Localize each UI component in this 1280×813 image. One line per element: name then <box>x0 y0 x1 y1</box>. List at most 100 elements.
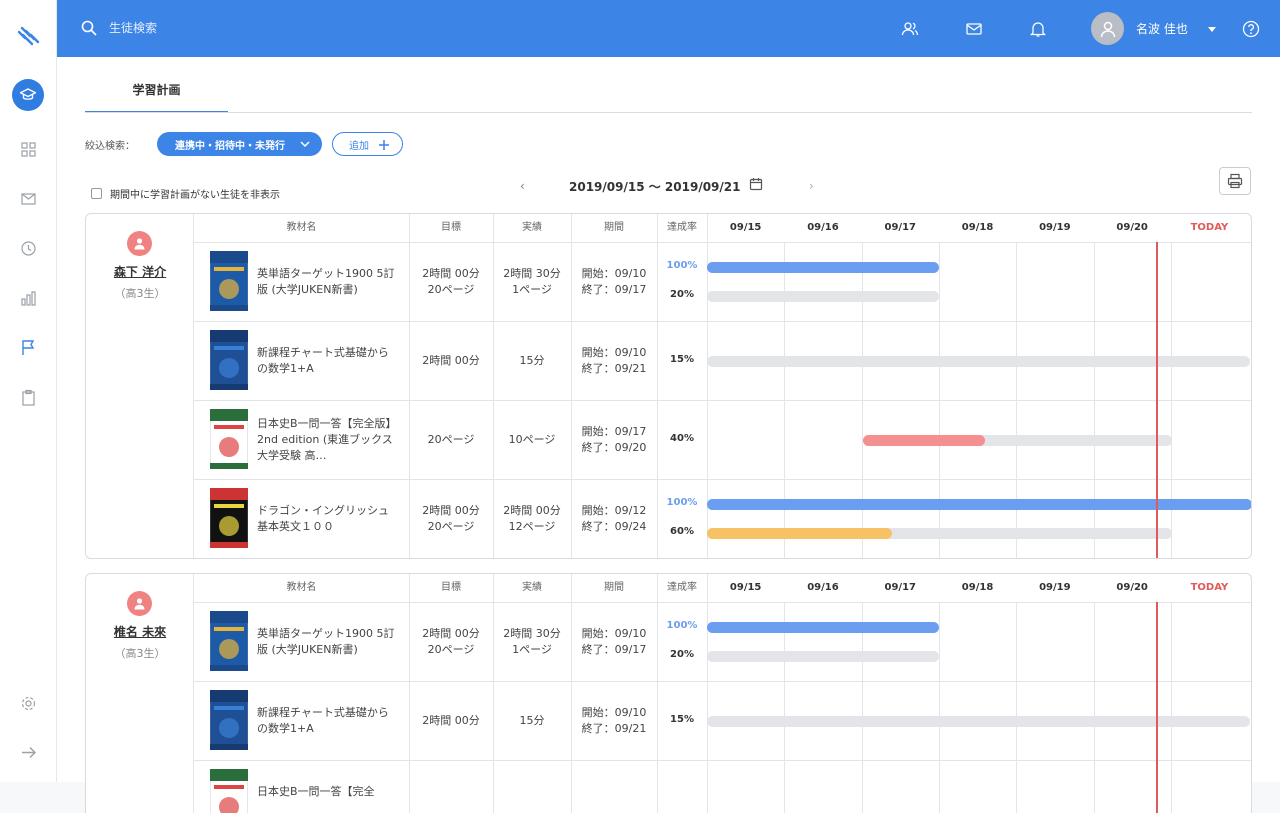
row-divider <box>194 760 1251 761</box>
day-header: 09/18 <box>961 582 994 593</box>
day-header: 09/16 <box>807 222 839 233</box>
mail-icon[interactable] <box>20 190 37 207</box>
column-divider <box>493 574 494 813</box>
day-header: 09/17 <box>884 582 916 593</box>
hide-students-checkbox[interactable] <box>91 188 102 199</box>
header-divider <box>194 602 1251 603</box>
user-name[interactable]: 名波 佳也 <box>1136 20 1188 37</box>
users-icon[interactable] <box>901 20 919 38</box>
book-title-link[interactable]: 英単語ターゲット1900 5訂版 (大学JUKEN新書) <box>257 626 399 658</box>
book-title-link[interactable]: 英単語ターゲット1900 5訂版 (大学JUKEN新書) <box>257 266 399 298</box>
calendar-icon[interactable] <box>749 177 763 191</box>
mail-icon[interactable] <box>965 20 983 38</box>
today-marker-line <box>1155 242 1158 558</box>
hide-students-label: 期間中に学習計画がない生徒を非表示 <box>110 190 280 201</box>
date-range: 2019/09/15 〜 2019/09/21 <box>569 180 741 194</box>
book-title-link[interactable]: 新課程チャート式基礎からの数学1+A <box>257 705 399 737</box>
goal-value: 2時間 00分 <box>422 626 480 640</box>
day-header: 09/20 <box>1116 222 1148 233</box>
day-header: 09/20 <box>1116 582 1148 593</box>
prev-week-button[interactable]: ‹ <box>520 179 525 193</box>
student-name-link[interactable]: 椎名 未來 <box>86 623 194 640</box>
achievement-rate: 100% <box>666 260 698 271</box>
result-value: 2時間 30分 <box>503 626 561 640</box>
result-value: 2時間 00分 <box>503 503 561 517</box>
bar-chart-icon[interactable] <box>20 290 37 307</box>
progress-bar-track <box>707 291 939 302</box>
achievement-rate: 60% <box>670 526 694 537</box>
book-title-link[interactable]: 日本史B一問一答【完全版】2nd edition (東進ブックス 大学受験 高… <box>257 416 399 464</box>
period-value: 開始：09/17 <box>581 424 647 438</box>
clock-icon[interactable] <box>20 240 37 257</box>
plus-icon <box>379 140 389 150</box>
graduation-cap-icon <box>19 88 37 100</box>
arrow-right-icon[interactable] <box>20 744 37 761</box>
column-header: 教材名 <box>286 582 317 593</box>
grid-icon[interactable] <box>20 141 37 158</box>
person-icon <box>134 598 145 610</box>
period-value: 開始：09/10 <box>581 705 647 719</box>
today-marker-line <box>1155 602 1158 813</box>
day-gridline <box>1016 602 1018 813</box>
progress-bar-track <box>707 355 1250 367</box>
goal-value: 2時間 00分 <box>422 266 480 280</box>
add-button-label: 追加 <box>349 140 369 152</box>
goal-value: 20ページ <box>427 519 475 533</box>
add-button[interactable]: 追加 <box>332 132 403 156</box>
result-value: 10ページ <box>508 432 556 446</box>
next-week-button[interactable]: › <box>809 179 814 193</box>
tab-label: 学習計画 <box>132 83 181 97</box>
column-divider <box>707 574 708 813</box>
person-icon <box>134 238 145 250</box>
day-gridline <box>1093 602 1095 813</box>
day-gridline <box>1170 602 1172 813</box>
book-cover-image <box>209 487 249 549</box>
student-card: 椎名 未來 （高3生） 教材名 目標 実績 期間 達成率 09/15 09/16 09/17 09/… <box>85 573 1252 813</box>
period-value: 開始：09/10 <box>581 345 647 359</box>
result-value: 1ページ <box>512 642 552 656</box>
period-value: 開始：09/10 <box>581 626 647 640</box>
settings-icon[interactable] <box>20 695 37 712</box>
column-header: 目標 <box>441 582 461 593</box>
achievement-rate: 15% <box>670 713 694 725</box>
period-value: 終了：09/24 <box>581 519 647 533</box>
search-icon <box>81 20 97 36</box>
progress-bar-fill <box>707 499 1251 510</box>
achievement-rate: 15% <box>670 353 694 365</box>
achievement-rate: 20% <box>670 649 694 660</box>
filter-status-dropdown[interactable]: 連携中・招待中・未発行 <box>157 132 322 156</box>
sidebar <box>0 0 57 782</box>
bell-icon[interactable] <box>1029 20 1047 38</box>
day-header: 09/15 <box>729 222 762 233</box>
today-header: TODAY <box>1190 222 1229 233</box>
user-avatar[interactable] <box>1091 12 1124 45</box>
clipboard-icon[interactable] <box>20 389 37 406</box>
book-title-link[interactable]: ドラゴン・イングリッシュ基本英文１００ <box>257 503 399 535</box>
sidebar-item-study-plan[interactable] <box>12 79 44 111</box>
tab-study-plan[interactable]: 学習計画 <box>85 79 228 113</box>
progress-bar-fill <box>707 622 939 633</box>
print-button[interactable] <box>1219 167 1251 195</box>
student-name-link[interactable]: 森下 洋介 <box>86 263 194 280</box>
flag-icon[interactable] <box>20 339 37 356</box>
result-value: 1ページ <box>512 282 552 296</box>
row-divider <box>194 321 1251 322</box>
book-title-link[interactable]: 新課程チャート式基礎からの数学1+A <box>257 345 399 377</box>
period-value: 開始：09/12 <box>581 503 647 517</box>
day-header: 09/19 <box>1039 222 1071 233</box>
student-cell: 森下 洋介 （高3生） <box>86 214 194 558</box>
column-header: 教材名 <box>286 222 317 233</box>
filter-selected-value: 連携中・招待中・未発行 <box>175 140 285 152</box>
chevron-down-icon <box>300 141 310 148</box>
book-title-link[interactable]: 日本史B一問一答【完全 <box>257 784 399 800</box>
column-header: 目標 <box>441 222 461 233</box>
logo-icon[interactable] <box>16 22 42 48</box>
student-card: 森下 洋介 （高3生） 教材名 目標 実績 期間 達成率 09/15 09/16 09/17 09/… <box>85 213 1252 559</box>
student-search-input[interactable] <box>109 17 409 39</box>
achievement-rate: 100% <box>666 497 698 508</box>
person-icon <box>1100 21 1115 37</box>
caret-down-icon[interactable] <box>1207 24 1217 34</box>
help-icon[interactable] <box>1242 20 1260 38</box>
column-header: 達成率 <box>667 222 697 233</box>
day-header: 09/19 <box>1039 582 1071 593</box>
